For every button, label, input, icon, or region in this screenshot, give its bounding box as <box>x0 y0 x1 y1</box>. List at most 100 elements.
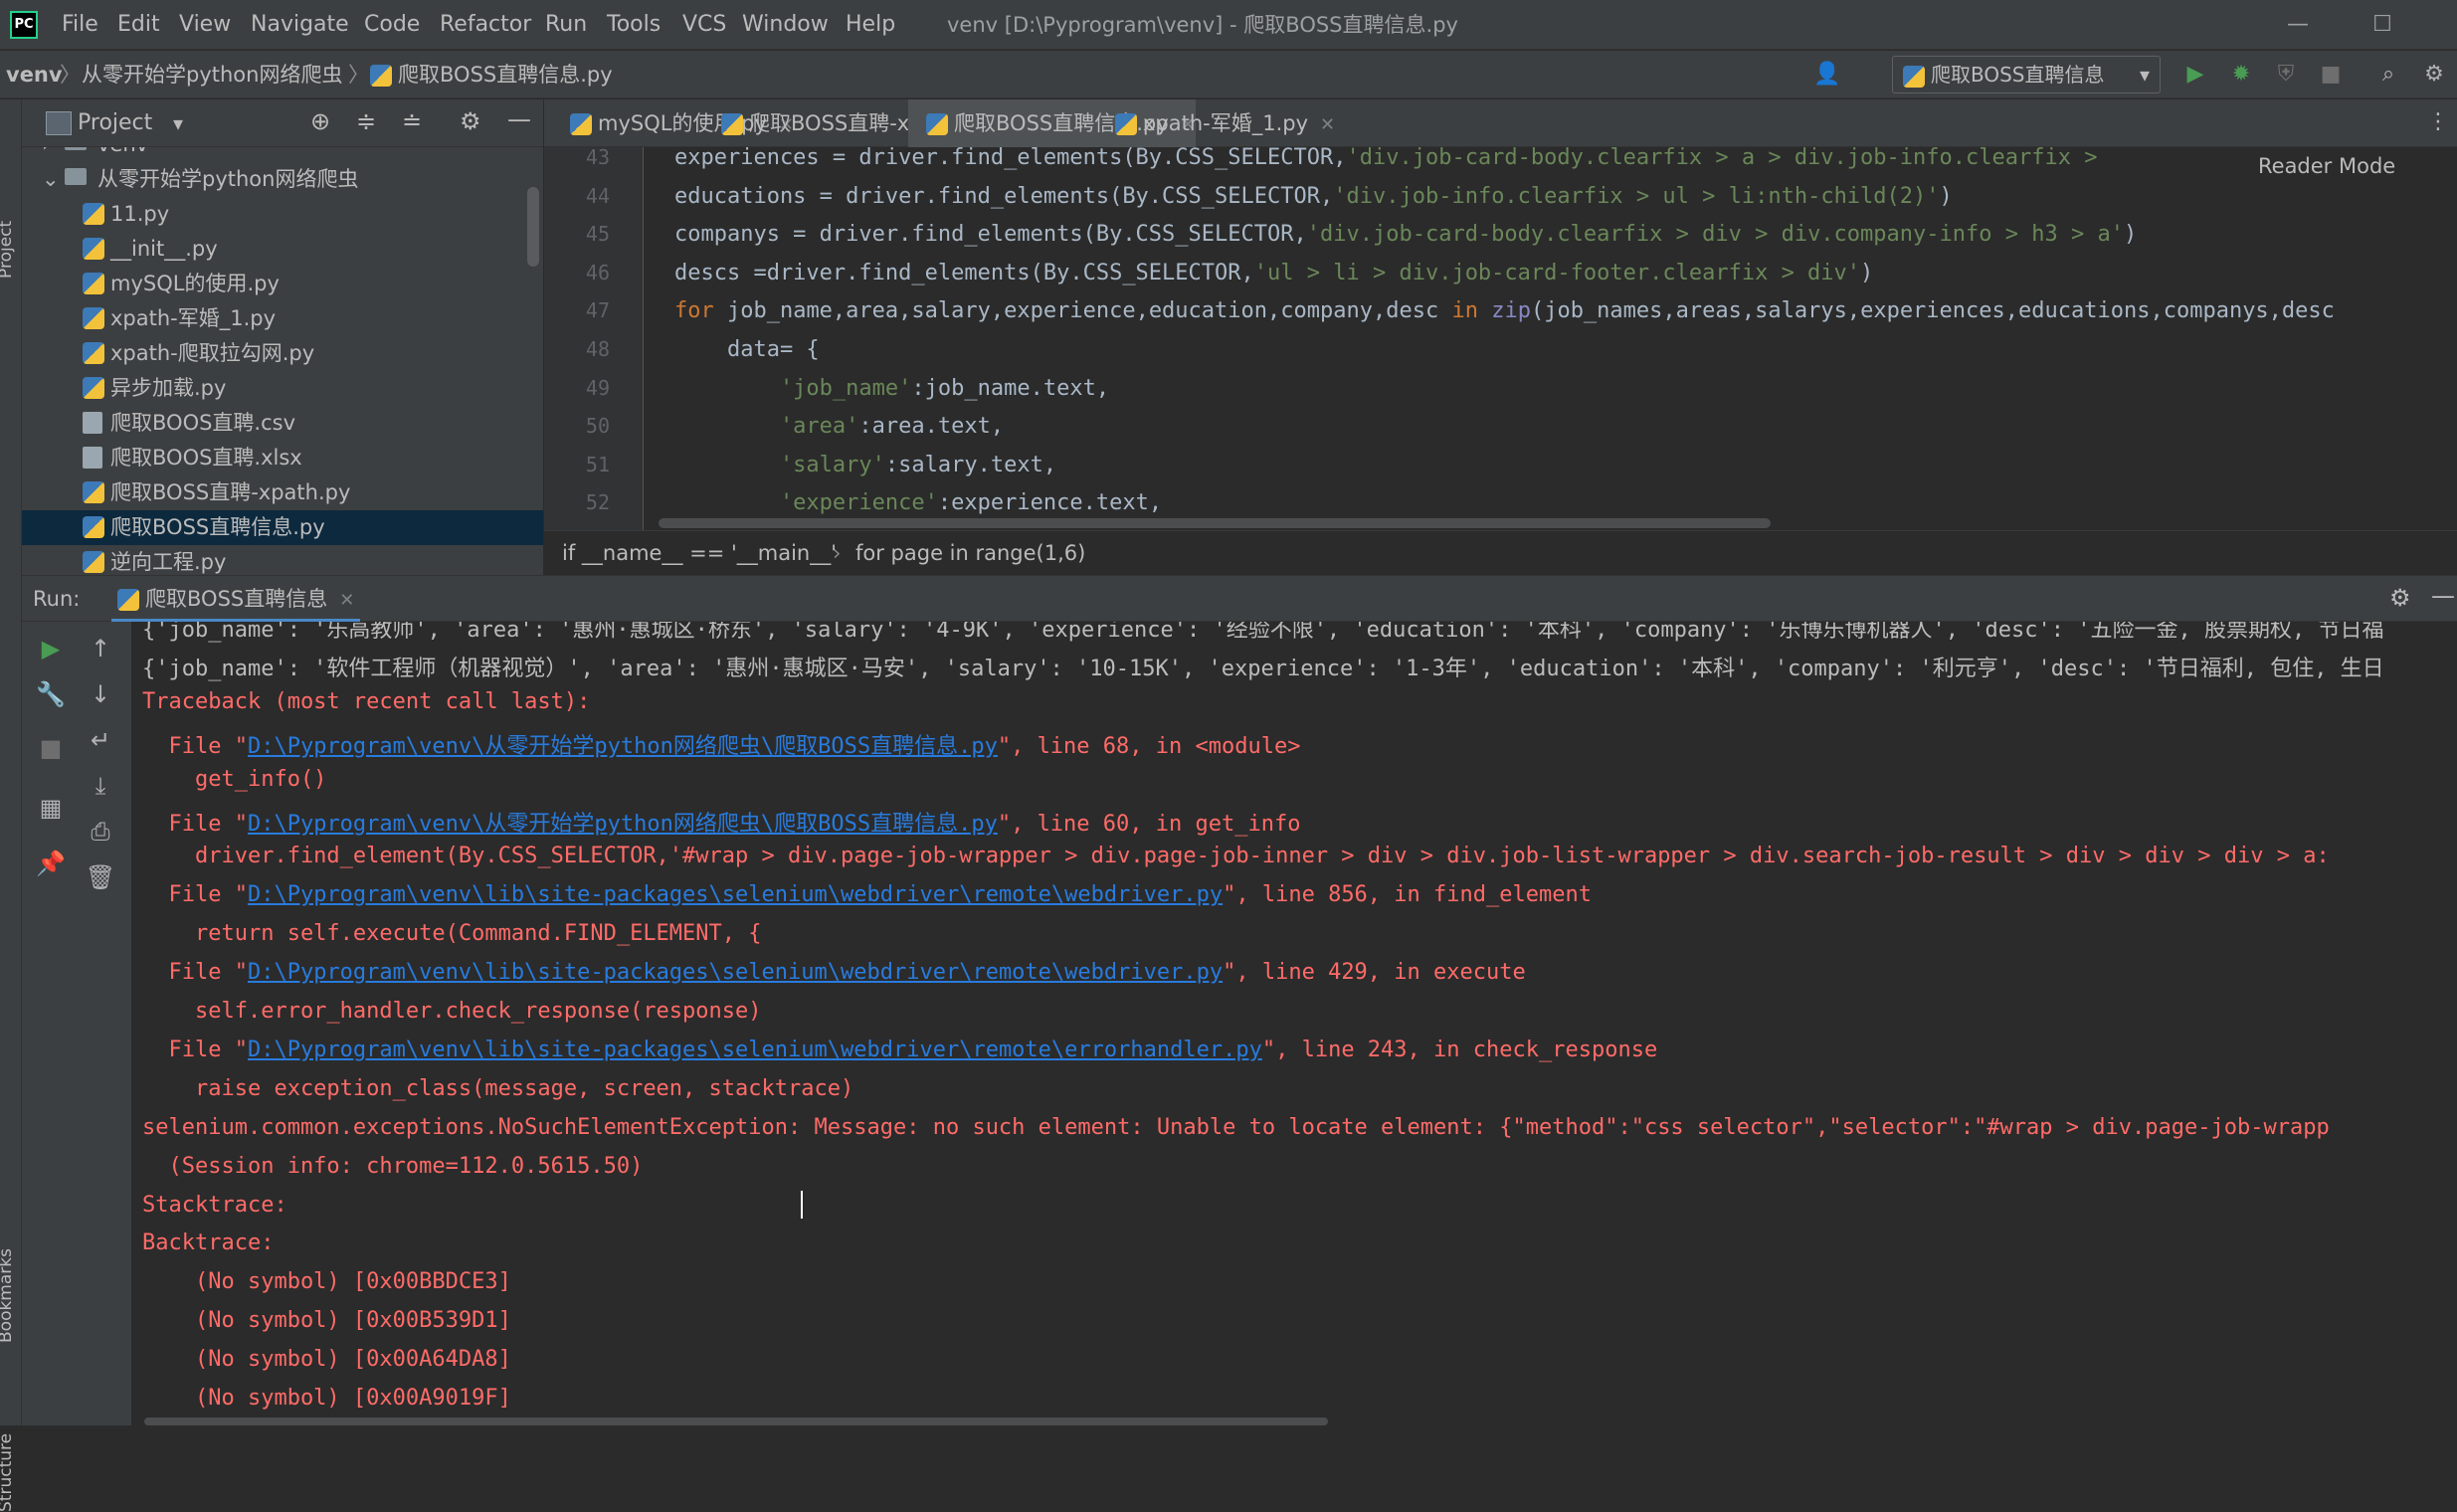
tree-item[interactable]: xpath-爬取拉勾网.py <box>22 336 543 371</box>
menu-navigate[interactable]: Navigate <box>251 0 349 50</box>
hide-panel-icon[interactable]: — <box>507 105 531 133</box>
stop-icon[interactable]: ■ <box>34 731 68 765</box>
print-icon[interactable]: ⎙ <box>84 815 117 849</box>
menu-vcs[interactable]: VCS <box>682 0 726 50</box>
menu-run[interactable]: Run <box>545 0 587 50</box>
tree-item[interactable]: ⌄ 从零开始学python网络爬虫 <box>22 162 543 197</box>
console-line: (No symbol) [0x00B539D1] <box>142 1308 511 1333</box>
run-configuration-select[interactable]: 爬取BOSS直聘信息 ▾ <box>1892 56 2161 94</box>
code-line: data= { <box>645 337 820 362</box>
soft-wrap-icon[interactable]: ↵ <box>84 723 117 757</box>
project-panel-title[interactable]: Project <box>78 99 152 147</box>
wrench-icon[interactable]: 🔧 <box>34 677 68 711</box>
project-tool-tab[interactable]: Project <box>0 221 16 279</box>
stop-icon[interactable]: ■ <box>2316 59 2346 91</box>
console-horizontal-scrollbar[interactable] <box>144 1418 1328 1425</box>
tree-item[interactable]: 爬取BOOS直聘.csv <box>22 406 543 441</box>
settings-gear-icon[interactable]: ⚙ <box>460 107 481 135</box>
settings-gear-icon[interactable]: ⚙ <box>2389 584 2411 612</box>
code-token: ) <box>1939 183 1953 209</box>
run-tab[interactable]: 爬取BOSS直聘信息 ✕ <box>111 576 361 623</box>
settings-gear-icon[interactable]: ⚙ <box>2419 59 2449 91</box>
rerun-icon[interactable]: ▶ <box>34 632 68 665</box>
arrow-down-icon[interactable]: ↓ <box>84 677 117 711</box>
more-options-icon[interactable]: ⋮ <box>2427 109 2449 134</box>
code-line: descs =driver.find_elements(By.CSS_SELEC… <box>645 261 1873 285</box>
code-token: ) <box>1860 260 1874 285</box>
menu-window[interactable]: Window <box>742 0 829 50</box>
reader-mode-toggle[interactable]: Reader Mode <box>2258 154 2395 178</box>
tree-item[interactable]: › venv <box>22 147 543 162</box>
layout-icon[interactable]: ▦ <box>34 791 68 825</box>
line-number: 43 <box>585 145 610 169</box>
menu-refactor[interactable]: Refactor <box>440 0 531 50</box>
tree-scrollbar[interactable] <box>527 187 539 267</box>
file-path-link[interactable]: D:\Pyprogram\venv\从零开始学python网络爬虫\爬取BOSS… <box>248 812 998 837</box>
structure-tool-tab[interactable]: Structure <box>0 1433 16 1512</box>
menu-file[interactable]: File <box>62 0 98 50</box>
code-editor[interactable]: experiences = driver.find_elements(By.CS… <box>645 147 2457 530</box>
console-line: File "D:\Pyprogram\venv\从零开始学python网络爬虫\… <box>142 728 1300 760</box>
chevron-right-icon[interactable]: › <box>42 147 50 162</box>
file-path-link[interactable]: D:\Pyprogram\venv\lib\site-packages\sele… <box>248 1038 1262 1062</box>
console-text: ", line 856, in find_element <box>1223 882 1592 908</box>
menu-tools[interactable]: Tools <box>607 0 661 50</box>
breadcrumb-if-main[interactable]: if __name__ == '__main__' <box>562 531 837 575</box>
tree-item[interactable]: xpath-军婚_1.py <box>22 301 543 336</box>
tree-item[interactable]: 爬取BOOS直聘.xlsx <box>22 441 543 475</box>
close-icon[interactable]: ✕ <box>1320 114 1335 135</box>
chevron-down-icon[interactable]: ⌄ <box>42 162 60 197</box>
pin-icon[interactable]: 📌 <box>34 847 68 880</box>
file-path-link[interactable]: D:\Pyprogram\venv\lib\site-packages\sele… <box>248 960 1223 985</box>
console-text: Traceback (most recent call last): <box>142 688 591 714</box>
run-tab-label: 爬取BOSS直聘信息 <box>145 587 328 611</box>
editor-tab[interactable]: xpath-军婚_1.py ✕ <box>1097 99 1335 147</box>
bookmarks-tool-tab[interactable]: Bookmarks <box>0 1248 16 1343</box>
hide-panel-icon[interactable]: — <box>2431 582 2455 610</box>
tree-item[interactable]: __init__.py <box>22 232 543 267</box>
breadcrumb-file[interactable]: 爬取BOSS直聘信息.py <box>370 51 613 98</box>
expand-all-icon[interactable]: ≑ <box>356 107 376 135</box>
user-icon[interactable]: 👤▾ <box>1812 59 1842 118</box>
minimize-button[interactable]: — <box>2268 0 2328 50</box>
scroll-to-end-icon[interactable]: ⤓ <box>84 769 117 803</box>
tree-item[interactable]: mySQL的使用.py <box>22 267 543 301</box>
python-file-icon <box>83 481 104 503</box>
code-token: data= { <box>726 337 820 362</box>
console-line: raise exception_class(message, screen, s… <box>142 1076 853 1101</box>
python-file-icon <box>83 377 104 399</box>
debug-icon[interactable]: ✹ <box>2226 59 2256 91</box>
python-file-icon <box>83 238 104 260</box>
caret-down-icon[interactable]: ▾ <box>173 99 183 147</box>
tree-item[interactable]: 爬取BOSS直聘信息.py <box>22 510 543 545</box>
maximize-button[interactable]: ☐ <box>2353 0 2412 50</box>
menu-help[interactable]: Help <box>846 0 895 50</box>
file-path-link[interactable]: D:\Pyprogram\venv\从零开始学python网络爬虫\爬取BOSS… <box>248 734 998 759</box>
menu-code[interactable]: Code <box>364 0 420 50</box>
collapse-all-icon[interactable]: ≐ <box>402 107 422 135</box>
code-token: companys = driver.find_elements(By.CSS_S… <box>645 222 1307 248</box>
arrow-up-icon[interactable]: ↑ <box>84 632 117 665</box>
tree-item[interactable]: 11.py <box>22 197 543 232</box>
file-path-link[interactable]: D:\Pyprogram\venv\lib\site-packages\sele… <box>248 882 1223 907</box>
trash-icon[interactable]: 🗑 <box>84 860 117 894</box>
menu-edit[interactable]: Edit <box>117 0 160 50</box>
python-file-icon <box>83 273 104 294</box>
tree-item[interactable]: 爬取BOSS直聘-xpath.py <box>22 475 543 510</box>
coverage-icon[interactable]: ⛨ <box>2271 59 2301 91</box>
search-icon[interactable]: ⌕ <box>2373 59 2403 91</box>
tree-item[interactable]: 异步加载.py <box>22 371 543 406</box>
close-icon[interactable]: ✕ <box>339 590 354 611</box>
breadcrumb-project[interactable]: venv <box>6 51 63 98</box>
code-token: 'area' <box>645 414 859 440</box>
editor-horizontal-scrollbar[interactable] <box>659 518 1771 528</box>
breadcrumb-for-loop[interactable]: for page in range(1,6) <box>855 531 1085 575</box>
tree-item[interactable]: 逆向工程.py <box>22 545 543 575</box>
tree-item-label: 爬取BOOS直聘.xlsx <box>110 446 302 470</box>
breadcrumb-folder[interactable]: 从零开始学python网络爬虫 <box>82 51 342 98</box>
menu-view[interactable]: View <box>179 0 231 50</box>
run-icon[interactable]: ▶ <box>2180 59 2210 91</box>
locate-file-icon[interactable]: ⊕ <box>310 107 330 135</box>
window-title: venv [D:\Pyprogram\venv] - 爬取BOSS直聘信息.py <box>947 13 1458 37</box>
run-console-output[interactable]: {'job_name': '乐高教师', 'area': '惠州·惠城区·桥东'… <box>131 622 2457 1425</box>
